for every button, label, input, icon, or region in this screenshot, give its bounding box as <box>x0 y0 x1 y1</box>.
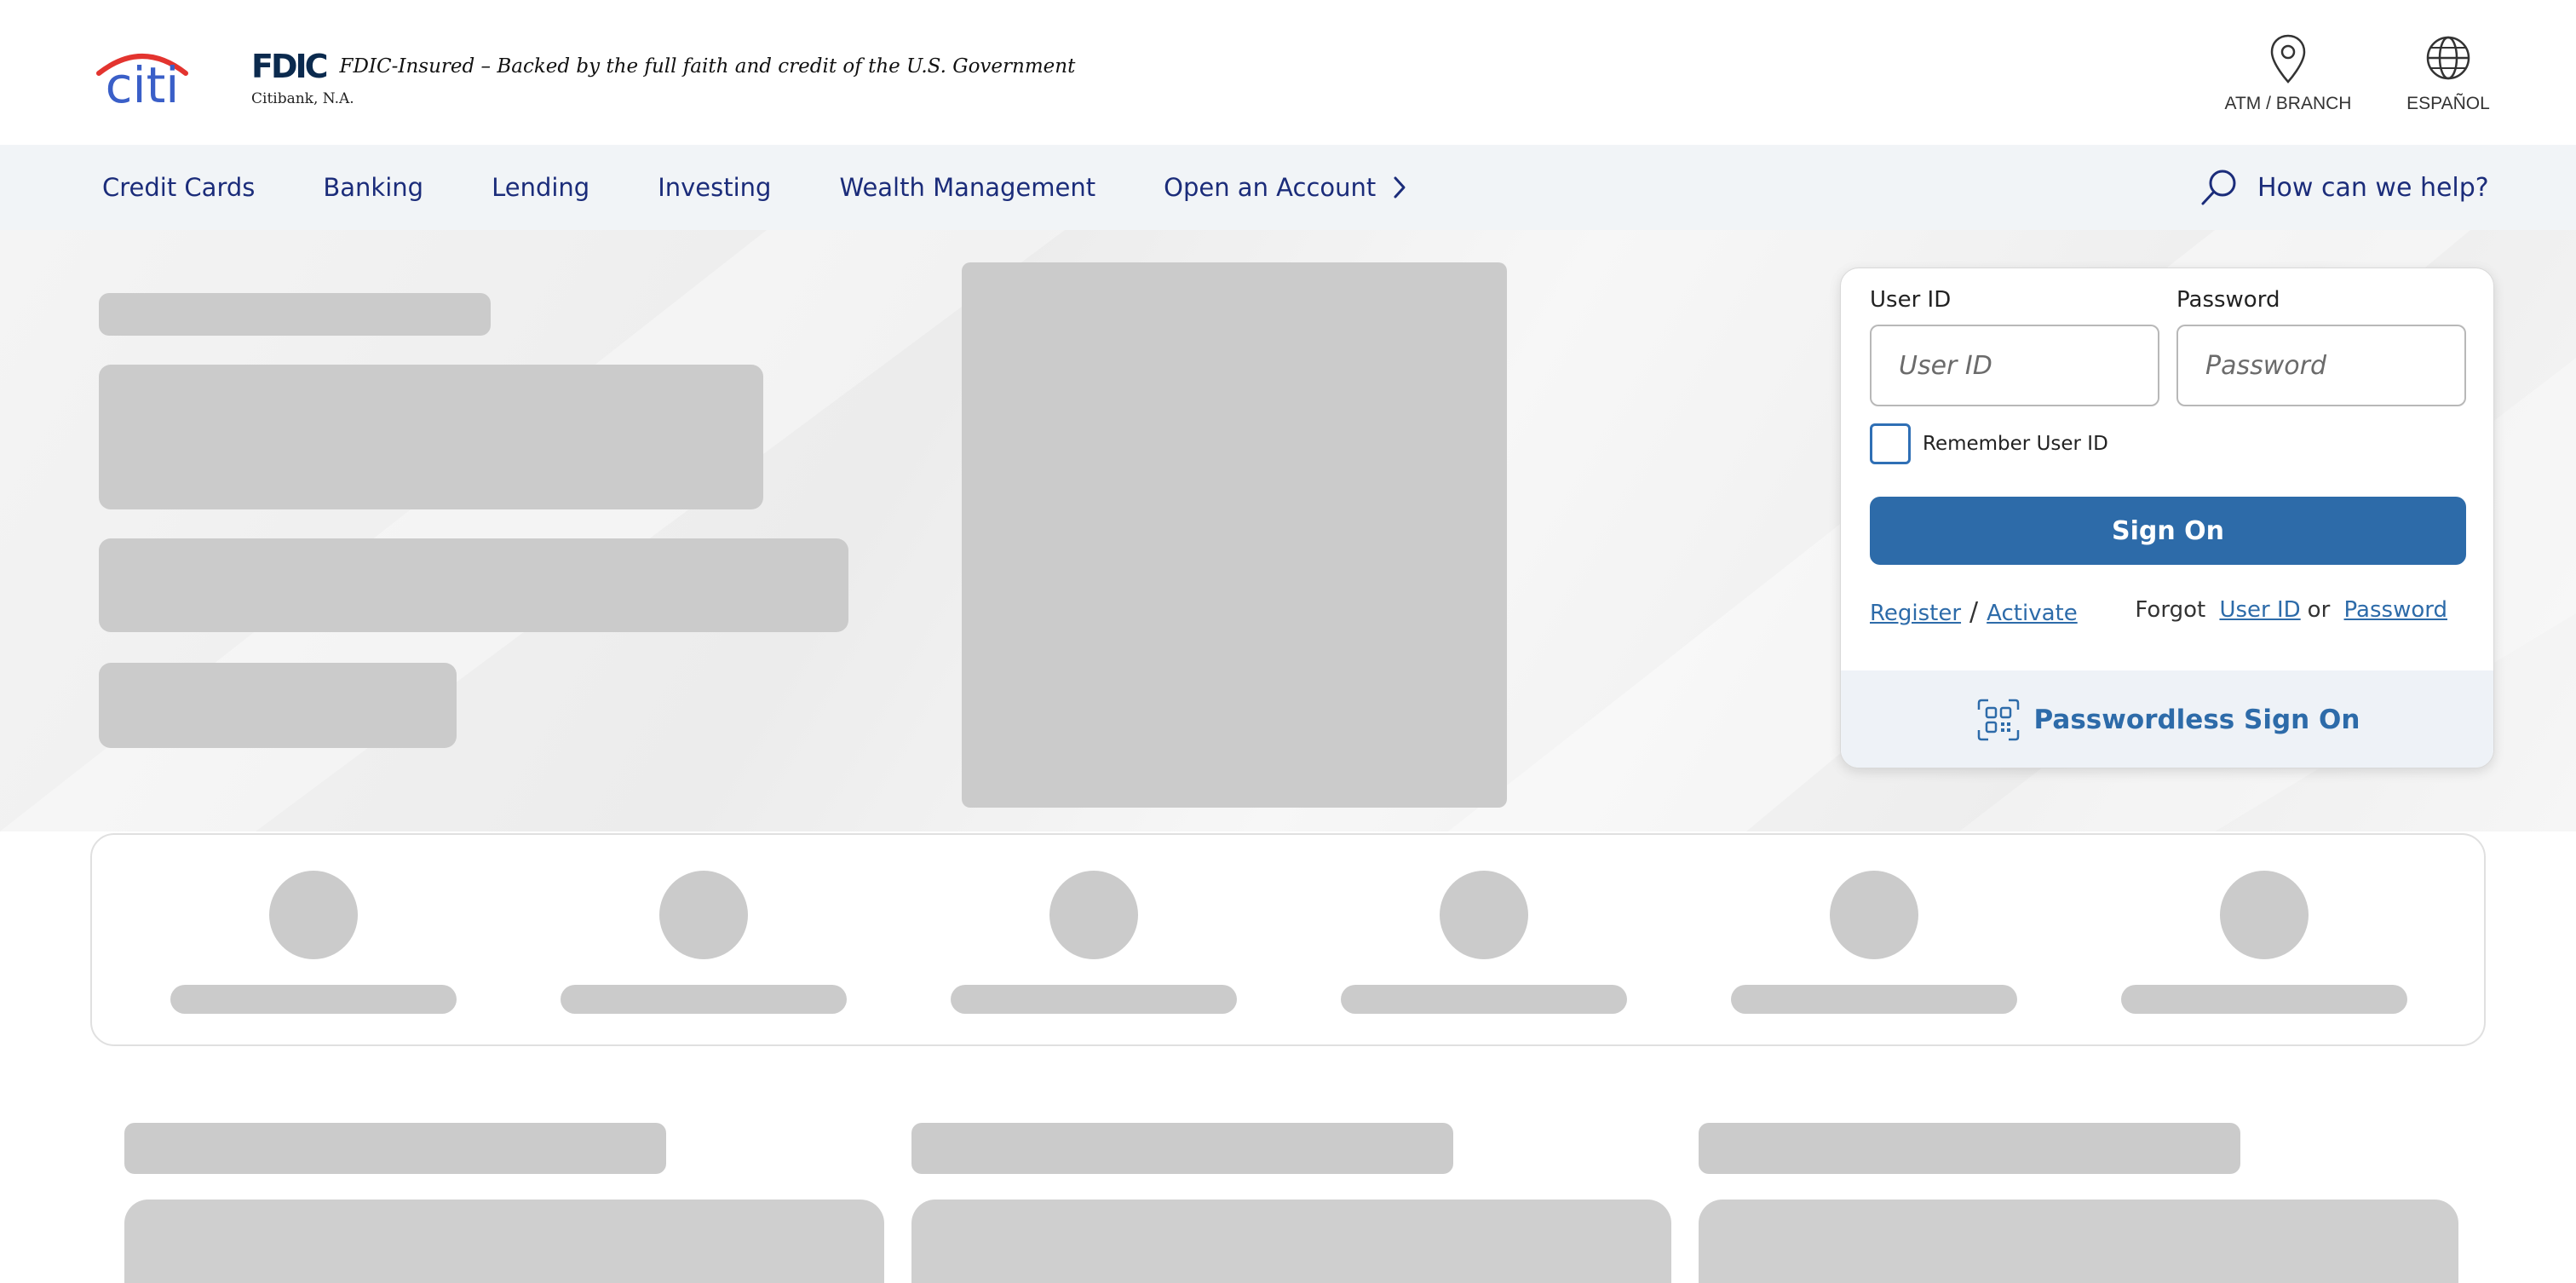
nav-item-label: Credit Cards <box>102 173 256 202</box>
nav-item-credit-cards[interactable]: Credit Cards <box>102 173 255 202</box>
remember-user-id-checkbox[interactable] <box>1870 423 1911 464</box>
quick-link-placeholder <box>1341 871 1627 1015</box>
globe-icon <box>2423 32 2474 87</box>
card-title-placeholder <box>911 1123 1453 1174</box>
quick-link-label-placeholder <box>1341 985 1627 1014</box>
nav-item-banking[interactable]: Banking <box>323 173 423 202</box>
card-body-placeholder <box>1699 1200 2458 1283</box>
quick-link-icon-placeholder <box>2220 871 2309 959</box>
quick-link-icon-placeholder <box>659 871 748 959</box>
fdic-tagline: FDIC-Insured – Backed by the full faith … <box>339 55 1076 78</box>
activate-link[interactable]: Activate <box>1987 601 2078 626</box>
remember-user-id[interactable]: Remember User ID <box>1870 423 2108 464</box>
quick-link-placeholder <box>2121 871 2407 1015</box>
quick-link-icon-placeholder <box>269 871 358 959</box>
citi-logo[interactable]: citi <box>94 44 191 106</box>
hero-image-placeholder <box>962 262 1507 808</box>
remember-user-id-label: Remember User ID <box>1923 433 2108 455</box>
register-link[interactable]: Register <box>1870 601 1961 626</box>
card-body-placeholder <box>124 1200 884 1283</box>
forgot-password-link[interactable]: Password <box>2344 597 2447 623</box>
quick-link-label-placeholder <box>2121 985 2407 1014</box>
espanol-link[interactable]: ESPAÑOL <box>2399 32 2498 114</box>
nav-item-label: Open an Account <box>1164 173 1377 202</box>
passwordless-sign-on-label: Passwordless Sign On <box>2033 705 2360 735</box>
quick-link-label-placeholder <box>170 985 457 1014</box>
password-label: Password <box>2176 287 2280 313</box>
qr-code-icon <box>1976 698 2021 742</box>
chevron-right-icon <box>1393 175 1406 200</box>
nav-item-label: Lending <box>492 173 590 202</box>
atm-branch-label: ATM / BRANCH <box>2224 94 2352 113</box>
quick-link-label-placeholder <box>1731 985 2017 1014</box>
user-id-input[interactable] <box>1870 325 2159 406</box>
citi-logo-mark: citi <box>96 54 188 106</box>
quick-link-placeholder <box>561 871 847 1015</box>
nav-item-label: Wealth Management <box>839 173 1096 202</box>
quick-link-placeholder <box>951 871 1237 1015</box>
espanol-label: ESPAÑOL <box>2406 94 2490 113</box>
password-input[interactable] <box>2176 325 2466 406</box>
location-pin-icon <box>2263 32 2314 87</box>
nav-item-lending[interactable]: Lending <box>492 173 589 202</box>
quick-link-placeholder <box>170 871 457 1015</box>
hero-eyebrow-placeholder <box>99 293 491 336</box>
card-title-placeholder <box>1699 1123 2240 1174</box>
search-icon <box>2198 166 2240 209</box>
help-search[interactable]: How can we help? <box>2198 145 2489 230</box>
hero-headline-placeholder <box>99 365 763 509</box>
account-links: Register / Activate Forgot User ID or Passw… <box>1870 597 2466 631</box>
card-title-placeholder <box>124 1123 666 1174</box>
help-search-label: How can we help? <box>2257 172 2489 203</box>
quick-link-icon-placeholder <box>1049 871 1138 959</box>
fdic-subtext: Citibank, N.A. <box>251 90 354 107</box>
quick-link-icon-placeholder <box>1440 871 1528 959</box>
link-separator: / <box>1969 597 1979 627</box>
quick-link-icon-placeholder <box>1830 871 1918 959</box>
quick-links-strip <box>90 833 2486 1046</box>
forgot-user-id-link[interactable]: User ID <box>2219 597 2300 623</box>
card-body-placeholder <box>911 1200 1671 1283</box>
quick-link-label-placeholder <box>561 985 847 1014</box>
hero-cta-placeholder <box>99 663 457 748</box>
nav-item-investing[interactable]: Investing <box>658 173 771 202</box>
main-nav: Credit Cards Banking Lending Investing W… <box>0 145 2576 230</box>
top-header: citi FDIC FDIC-Insured – Backed by the f… <box>0 0 2576 145</box>
or-text: or <box>2307 597 2331 623</box>
sign-on-button[interactable]: Sign On <box>1870 497 2466 565</box>
nav-items: Credit Cards Banking Lending Investing W… <box>102 145 1475 230</box>
nav-item-open-an-account[interactable]: Open an Account <box>1164 173 1406 202</box>
fdic-mark: FDIC <box>251 48 329 85</box>
nav-item-label: Banking <box>323 173 424 202</box>
sign-on-card: User ID Password Remember User ID Sign O… <box>1840 268 2494 768</box>
hero-description-placeholder <box>99 538 848 632</box>
nav-item-label: Investing <box>658 173 772 202</box>
quick-link-placeholder <box>1731 871 2017 1015</box>
fdic-notice: FDIC FDIC-Insured – Backed by the full f… <box>251 48 1075 107</box>
forgot-text: Forgot <box>2135 597 2206 623</box>
user-id-label: User ID <box>1870 287 1952 313</box>
atm-branch-link[interactable]: ATM / BRANCH <box>2215 32 2361 114</box>
quick-link-label-placeholder <box>951 985 1237 1014</box>
passwordless-sign-on-button[interactable]: Passwordless Sign On <box>1841 670 2493 768</box>
nav-item-wealth-management[interactable]: Wealth Management <box>839 173 1095 202</box>
svg-text:citi: citi <box>106 56 180 106</box>
